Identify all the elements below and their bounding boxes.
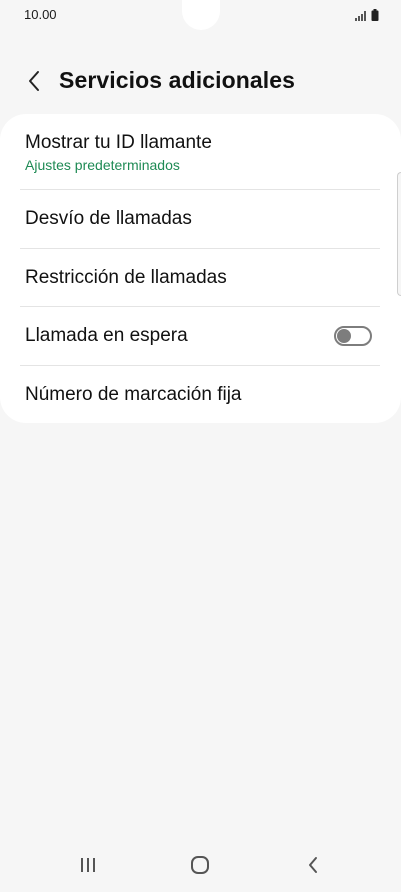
navigation-bar xyxy=(0,840,401,892)
setting-call-barring[interactable]: Restricción de llamadas xyxy=(0,249,401,307)
chevron-left-icon xyxy=(29,71,39,91)
home-icon xyxy=(191,856,209,874)
setting-caller-id-label: Mostrar tu ID llamante xyxy=(25,132,212,153)
setting-call-forwarding[interactable]: Desvío de llamadas xyxy=(0,190,401,248)
setting-call-barring-label: Restricción de llamadas xyxy=(25,267,227,288)
recent-apps-icon xyxy=(81,858,95,872)
camera-notch xyxy=(182,0,220,30)
status-icons xyxy=(355,8,379,21)
setting-caller-id-sublabel: Ajustes predeterminados xyxy=(25,157,180,173)
system-back-button[interactable] xyxy=(293,850,333,880)
back-icon xyxy=(309,857,317,873)
signal-icon xyxy=(355,11,366,21)
scroll-indicator[interactable] xyxy=(397,172,401,296)
status-time: 10.00 xyxy=(24,7,57,22)
page-title: Servicios adicionales xyxy=(59,67,296,93)
settings-card: Mostrar tu ID llamante Ajustes predeterm… xyxy=(0,114,401,423)
setting-caller-id[interactable]: Mostrar tu ID llamante Ajustes predeterm… xyxy=(0,114,401,189)
setting-fixed-dialing[interactable]: Número de marcación fija xyxy=(0,366,401,423)
setting-call-waiting-label: Llamada en espera xyxy=(25,325,188,346)
home-button[interactable] xyxy=(180,850,220,880)
back-button[interactable] xyxy=(20,66,48,96)
toggle-knob xyxy=(337,329,351,343)
status-bar: 10.00 xyxy=(0,0,401,30)
recent-apps-button[interactable] xyxy=(68,850,108,880)
setting-call-forwarding-label: Desvío de llamadas xyxy=(25,208,192,229)
header: Servicios adicionales xyxy=(0,60,401,104)
setting-fixed-dialing-label: Número de marcación fija xyxy=(25,384,242,405)
call-waiting-toggle[interactable] xyxy=(334,326,372,346)
setting-call-waiting[interactable]: Llamada en espera xyxy=(0,307,401,365)
battery-icon xyxy=(371,9,379,21)
